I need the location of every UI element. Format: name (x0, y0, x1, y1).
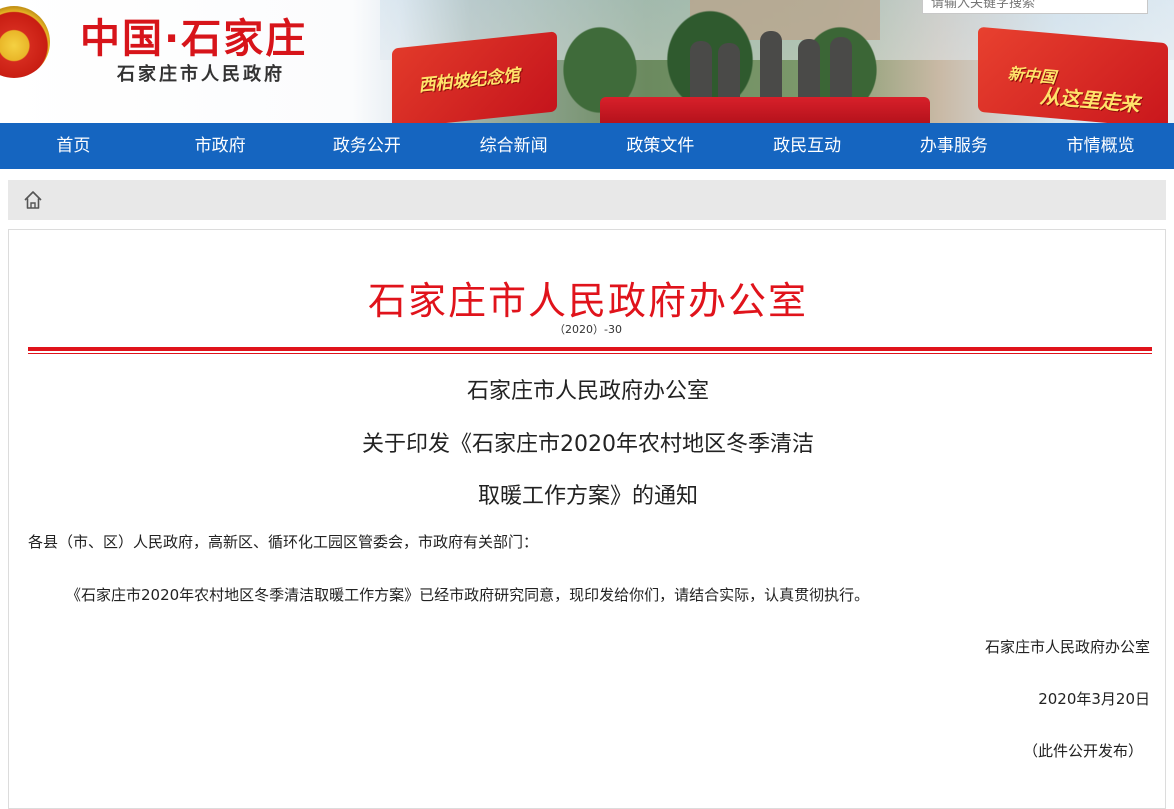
nav-item-city-overview[interactable]: 市情概览 (1027, 123, 1174, 169)
statue (760, 31, 782, 101)
statue (830, 37, 852, 101)
nav-item-services[interactable]: 办事服务 (881, 123, 1028, 169)
site-subtitle: 石家庄市人民政府 (117, 64, 285, 85)
document-title-line-1: 石家庄市人民政府办公室 (466, 379, 709, 404)
home-icon[interactable] (22, 189, 44, 211)
document-number: （2020）-30 (554, 323, 622, 336)
main-nav: 首页 市政府 政务公开 综合新闻 政策文件 政民互动 办事服务 市情概览 (0, 123, 1174, 169)
search-input[interactable] (922, 0, 1148, 14)
breadcrumb (8, 180, 1166, 220)
signature-date: 2020年3月20日 (1038, 690, 1150, 708)
issuing-org-header: 石家庄市人民政府办公室 (367, 279, 808, 323)
salutation: 各县（市、区）人民政府，高新区、循环化工园区管委会，市政府有关部门： (28, 533, 539, 551)
document-title-line-3: 取暖工作方案》的通知 (477, 484, 698, 509)
body-paragraph: 《石家庄市2020年农村地区冬季清洁取暖工作方案》已经市政府研究同意，现印发给你… (66, 586, 870, 604)
site-banner: 西柏坡纪念馆 新中国 从这里走来 中国·石家庄 石家庄市人民政府 (0, 0, 1174, 123)
nav-item-news[interactable]: 综合新闻 (440, 123, 587, 169)
statue (798, 39, 820, 101)
nav-item-policy-docs[interactable]: 政策文件 (587, 123, 734, 169)
nav-item-interaction[interactable]: 政民互动 (734, 123, 881, 169)
document-title-line-2: 关于印发《石家庄市2020年农村地区冬季清洁 (362, 432, 814, 457)
signature-org: 石家庄市人民政府办公室 (984, 638, 1150, 656)
statue (690, 41, 712, 101)
public-release-note: （此件公开发布） (1022, 742, 1143, 760)
site-title[interactable]: 中国·石家庄 (80, 6, 307, 64)
document-panel: 石家庄市人民政府办公室 （2020）-30 石家庄市人民政府办公室 关于印发《石… (8, 229, 1166, 809)
national-emblem-icon (0, 6, 50, 78)
nav-item-city-government[interactable]: 市政府 (147, 123, 294, 169)
nav-item-gov-affairs[interactable]: 政务公开 (294, 123, 441, 169)
flower-bed (600, 97, 930, 123)
statue (718, 43, 740, 101)
red-header-rule (28, 347, 1152, 351)
nav-item-home[interactable]: 首页 (0, 123, 147, 169)
red-header-rule-thin (28, 353, 1152, 354)
